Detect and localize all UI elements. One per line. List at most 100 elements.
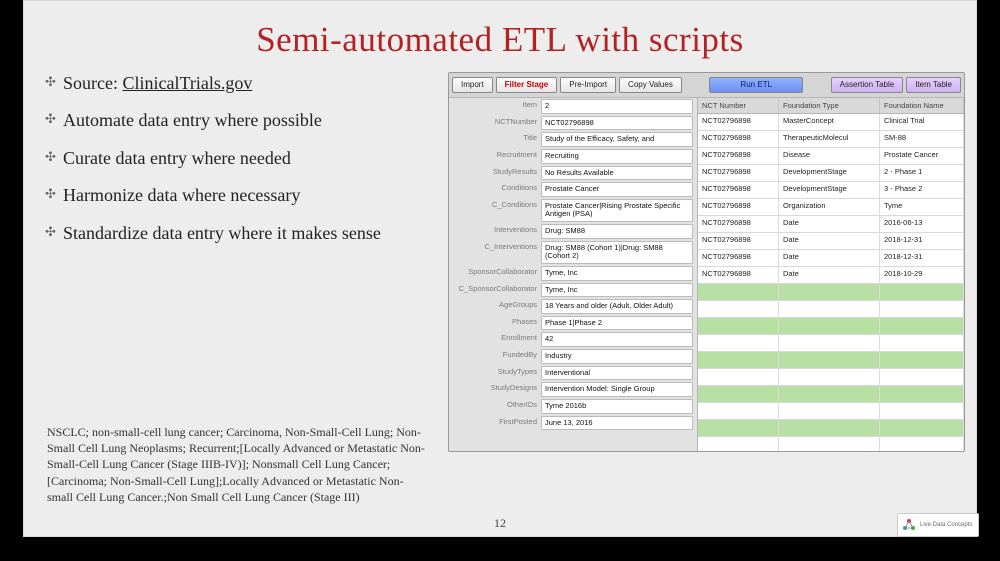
form-label: FundedBy (449, 348, 541, 365)
table-row[interactable] (698, 403, 964, 420)
cell-name: Prostate Cancer (880, 148, 964, 164)
form-row: C_ConditionsProstate Cancer|Rising Prost… (449, 198, 697, 223)
form-label: NCTNumber (449, 115, 541, 132)
bullet-item: Standardize data entry where it makes se… (45, 222, 430, 245)
table-row[interactable] (698, 335, 964, 352)
table-row[interactable]: NCT02796898MasterConceptClinical Trial (698, 114, 964, 131)
form-value[interactable]: Prostate Cancer (541, 182, 693, 197)
table-row[interactable]: NCT02796898DiseaseProstate Cancer (698, 148, 964, 165)
grid-header-cell: NCT Number (698, 98, 779, 113)
form-value[interactable]: 42 (541, 332, 693, 347)
pre-import-button[interactable]: Pre-Import (560, 77, 616, 93)
form-value[interactable]: Drug: SM88 (541, 224, 693, 239)
table-row[interactable]: NCT02796898TherapeuticMoleculSM-88 (698, 131, 964, 148)
table-row[interactable] (698, 386, 964, 403)
import-button[interactable]: Import (452, 77, 493, 93)
form-label: AgeGroups (449, 298, 541, 315)
form-value[interactable]: Study of the Efficacy, Safety, and (541, 132, 693, 147)
form-row: SponsorCollaboratorTyme, Inc (449, 265, 697, 282)
item-table-button[interactable]: Item Table (906, 77, 961, 93)
copy-values-button[interactable]: Copy Values (619, 77, 682, 93)
grid-header: NCT Number Foundation Type Foundation Na… (698, 98, 964, 114)
cell-type: TherapeuticMolecul (779, 131, 880, 147)
watermark: Live Data Concepts (897, 513, 979, 537)
form-row: StudyResultsNo Results Available (449, 165, 697, 182)
form-value[interactable]: June 13, 2016 (541, 416, 693, 431)
table-row[interactable]: NCT02796898Date2016-06-13 (698, 216, 964, 233)
cell-nct: NCT02796898 (698, 199, 779, 215)
form-label: StudyTypes (449, 365, 541, 382)
table-row[interactable] (698, 369, 964, 386)
watermark-label: Live Data Concepts (920, 522, 972, 528)
bullet-item: Source: ClinicalTrials.gov (45, 72, 430, 95)
table-row[interactable] (698, 301, 964, 318)
table-row[interactable]: NCT02796898OrganizationTyme (698, 199, 964, 216)
cell-nct: NCT02796898 (698, 114, 779, 130)
form-value[interactable]: 2 (541, 99, 693, 114)
form-row: InterventionsDrug: SM88 (449, 223, 697, 240)
cell-name: 2018-12-31 (880, 233, 964, 249)
assertion-table-button[interactable]: Assertion Table (831, 77, 904, 93)
cell-type: Organization (779, 199, 880, 215)
grid-header-cell: Foundation Type (779, 98, 880, 113)
table-row[interactable]: NCT02796898Date2018-10-29 (698, 267, 964, 284)
form-row: AgeGroups18 Years and older (Adult, Olde… (449, 298, 697, 315)
cell-type: Date (779, 216, 880, 232)
cell-type: Date (779, 233, 880, 249)
source-link[interactable]: ClinicalTrials.gov (122, 73, 252, 93)
cell-name: 3 - Phase 2 (880, 182, 964, 198)
table-row[interactable] (698, 420, 964, 437)
bullet-item: Curate data entry where needed (45, 147, 430, 170)
table-row[interactable] (698, 318, 964, 335)
table-row[interactable] (698, 284, 964, 301)
form-value[interactable]: Intervention Model: Single Group (541, 382, 693, 397)
form-value[interactable]: Tyme 2016b (541, 399, 693, 414)
form-value[interactable]: Interventional (541, 366, 693, 381)
slide: Semi-automated ETL with scripts Source: … (23, 0, 977, 537)
table-row[interactable]: NCT02796898DevelopmentStage3 - Phase 2 (698, 182, 964, 199)
form-pane: Item2NCTNumberNCT02796898TitleStudy of t… (449, 98, 698, 452)
form-value[interactable]: Phase 1|Phase 2 (541, 316, 693, 331)
cell-name: 2 - Phase 1 (880, 165, 964, 181)
form-value[interactable]: NCT02796898 (541, 116, 693, 131)
form-value[interactable]: Tyme, Inc (541, 283, 693, 298)
form-row: C_SponsorCollaboratorTyme, Inc (449, 282, 697, 299)
cell-name: 2018-10-29 (880, 267, 964, 283)
form-label: StudyDesigns (449, 381, 541, 398)
form-row: FundedByIndustry (449, 348, 697, 365)
bullet-item: Automate data entry where possible (45, 109, 430, 132)
cell-nct: NCT02796898 (698, 216, 779, 232)
form-value[interactable]: Drug: SM88 (Cohort 1)|Drug: SM88 (Cohort… (541, 241, 693, 264)
table-row[interactable]: NCT02796898Date2018-12-31 (698, 250, 964, 267)
table-row[interactable] (698, 437, 964, 452)
cell-type: Date (779, 267, 880, 283)
form-label: C_SponsorCollaborator (449, 282, 541, 299)
slide-body: Source: ClinicalTrials.gov Automate data… (23, 72, 977, 452)
form-value[interactable]: 18 Years and older (Adult, Older Adult) (541, 299, 693, 314)
cell-nct: NCT02796898 (698, 267, 779, 283)
screenshot-column: Import Filter Stage Pre-Import Copy Valu… (448, 72, 965, 452)
form-label: StudyResults (449, 165, 541, 182)
bullet-item: Harmonize data where necessary (45, 184, 430, 207)
form-value[interactable]: No Results Available (541, 166, 693, 181)
form-row: Enrollment42 (449, 331, 697, 348)
cell-nct: NCT02796898 (698, 148, 779, 164)
form-value[interactable]: Prostate Cancer|Rising Prostate Specific… (541, 199, 693, 222)
cell-nct: NCT02796898 (698, 233, 779, 249)
cell-name: SM-88 (880, 131, 964, 147)
run-etl-button[interactable]: Run ETL (709, 77, 803, 93)
table-row[interactable]: NCT02796898DevelopmentStage2 - Phase 1 (698, 165, 964, 182)
form-label: Phases (449, 315, 541, 332)
form-row: ConditionsProstate Cancer (449, 181, 697, 198)
form-value[interactable]: Industry (541, 349, 693, 364)
form-row: StudyTypesInterventional (449, 365, 697, 382)
form-label: OtherIDs (449, 398, 541, 415)
table-row[interactable]: NCT02796898Date2018-12-31 (698, 233, 964, 250)
form-row: RecruitmentRecruiting (449, 148, 697, 165)
cell-type: Disease (779, 148, 880, 164)
filter-stage-button[interactable]: Filter Stage (496, 77, 558, 93)
table-row[interactable] (698, 352, 964, 369)
form-value[interactable]: Tyme, Inc (541, 266, 693, 281)
form-value[interactable]: Recruiting (541, 149, 693, 164)
grid-header-cell: Foundation Name (880, 98, 964, 113)
